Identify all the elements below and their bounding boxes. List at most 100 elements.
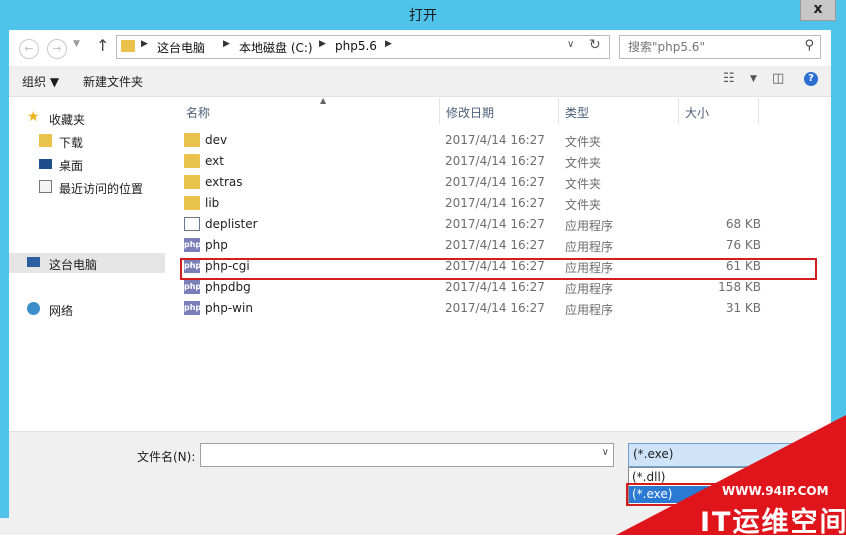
back-icon[interactable]: ← [19,39,39,59]
address-row: ← → ▼ ↑ ▶ 这台电脑 ▶ 本地磁盘 (C:) ▶ php5.6 ▶ ∨ … [9,30,831,66]
file-name: extras [205,175,243,189]
file-name: php-win [205,301,253,315]
file-row[interactable]: php php 2017/4/14 16:27 应用程序 76 KB [180,235,810,256]
column-header-label: 大小 [685,106,710,120]
file-row[interactable]: extras 2017/4/14 16:27 文件夹 [180,172,810,193]
file-name: phpdbg [205,280,251,294]
help-icon[interactable]: ? [804,72,818,86]
nav-item-label: 这台电脑 [49,258,98,272]
file-size: 158 KB [718,280,761,294]
folder-icon [184,133,200,147]
file-date: 2017/4/14 16:27 [445,154,545,168]
php-icon: php [184,301,201,315]
file-size: 76 KB [725,238,761,252]
file-row[interactable]: php phpdbg 2017/4/14 16:27 应用程序 158 KB [180,277,810,298]
nav-item-downloads[interactable]: 下载 [9,131,165,151]
column-header-name[interactable]: 名称 ▲ [180,96,440,124]
folder-icon [184,175,200,189]
address-bar[interactable]: ▶ 这台电脑 ▶ 本地磁盘 (C:) ▶ php5.6 ▶ ∨ ↻ [116,35,610,59]
up-arrow-icon[interactable]: ↑ [96,36,109,55]
recent-places-icon [39,180,52,193]
watermark-text: IT运维空间 [700,507,846,538]
file-date: 2017/4/14 16:27 [445,280,545,294]
navigation-pane: ★ 收藏夹 下载 桌面 最近访问的位置 这台电脑 网络 [9,97,165,431]
file-type: 应用程序 [565,219,614,233]
search-input[interactable] [626,39,790,55]
address-dropdown-icon[interactable]: ∨ [567,39,574,50]
column-header-date[interactable]: 修改日期 [440,98,559,124]
file-type: 应用程序 [565,282,614,296]
file-row[interactable]: php php-win 2017/4/14 16:27 应用程序 31 KB [180,298,810,319]
breadcrumb-local-disk[interactable]: 本地磁盘 (C:) [239,39,313,56]
file-name: dev [205,133,228,147]
preview-pane-icon[interactable]: ◫ [772,71,784,86]
nav-item-network[interactable]: 网络 [9,299,165,319]
nav-item-label: 网络 [49,304,74,318]
php-icon: php [184,280,201,294]
nav-item-desktop[interactable]: 桌面 [9,154,165,174]
file-date: 2017/4/14 16:27 [445,301,545,315]
file-type: 文件夹 [565,177,602,191]
exe-icon [184,217,200,231]
file-list: 名称 ▲ 修改日期 类型 大小 dev 2017/4/14 16:27 文件夹 [166,96,831,431]
file-row[interactable]: deplister 2017/4/14 16:27 应用程序 68 KB [180,214,810,235]
sort-ascending-icon: ▲ [320,96,327,105]
column-header-size[interactable]: 大小 [679,98,759,124]
refresh-icon[interactable]: ↻ [589,37,601,53]
nav-item-label: 下载 [59,136,84,150]
star-icon: ★ [27,109,40,125]
file-row[interactable]: dev 2017/4/14 16:27 文件夹 [180,130,810,151]
column-header-label: 类型 [565,106,590,120]
file-size: 31 KB [725,301,761,315]
filename-label: 文件名(N): [137,450,196,464]
desktop-icon [39,159,52,169]
breadcrumb-this-pc[interactable]: 这台电脑 [157,39,205,56]
file-name: lib [205,196,220,210]
nav-item-recent[interactable]: 最近访问的位置 [9,177,165,197]
chevron-down-icon[interactable]: ∨ [602,447,609,458]
folder-icon [184,196,200,210]
filename-input[interactable]: ∨ [200,443,614,467]
nav-item-favorites[interactable]: ★ 收藏夹 [9,108,165,128]
recent-dropdown-icon[interactable]: ▼ [73,39,80,49]
file-name: php [205,238,228,252]
nav-item-label: 桌面 [59,159,84,173]
file-row[interactable]: ext 2017/4/14 16:27 文件夹 [180,151,810,172]
window-title: 打开 [409,8,437,24]
new-folder-button[interactable]: 新建文件夹 [83,73,143,90]
file-name: ext [205,154,224,168]
download-folder-icon [39,134,52,147]
file-date: 2017/4/14 16:27 [445,133,545,147]
file-name: deplister [205,217,258,231]
folder-icon [184,154,200,168]
search-box[interactable]: ⚲ [619,35,821,59]
toolbar: 组织 ▼ 新建文件夹 ☷ ▼ ◫ ? [9,66,831,97]
folder-icon [121,40,135,52]
file-date: 2017/4/14 16:27 [445,217,545,231]
column-header-label: 修改日期 [446,106,495,120]
search-icon[interactable]: ⚲ [804,38,814,53]
organize-button[interactable]: 组织 ▼ [22,73,59,90]
breadcrumb-php56[interactable]: php5.6 [335,39,377,53]
nav-item-this-pc[interactable]: 这台电脑 [9,253,165,273]
chevron-right-icon[interactable]: ▶ [223,39,230,49]
chevron-right-icon[interactable]: ▶ [141,39,148,49]
file-size: 68 KB [725,217,761,231]
file-type: 文件夹 [565,198,602,212]
computer-icon [27,257,40,267]
php-icon: php [184,238,201,252]
close-button[interactable]: x [800,0,836,21]
nav-item-label: 收藏夹 [49,113,86,127]
view-options-icon[interactable]: ☷ [723,71,735,86]
file-type: 文件夹 [565,135,602,149]
column-header-label: 名称 [186,106,211,120]
column-header-type[interactable]: 类型 [559,98,679,124]
network-icon [27,302,40,315]
file-row[interactable]: lib 2017/4/14 16:27 文件夹 [180,193,810,214]
chevron-right-icon[interactable]: ▶ [319,39,326,49]
file-date: 2017/4/14 16:27 [445,175,545,189]
forward-icon[interactable]: → [47,39,67,59]
chevron-right-icon[interactable]: ▶ [385,39,392,49]
view-dropdown-icon[interactable]: ▼ [750,74,757,84]
nav-item-label: 最近访问的位置 [59,182,144,196]
